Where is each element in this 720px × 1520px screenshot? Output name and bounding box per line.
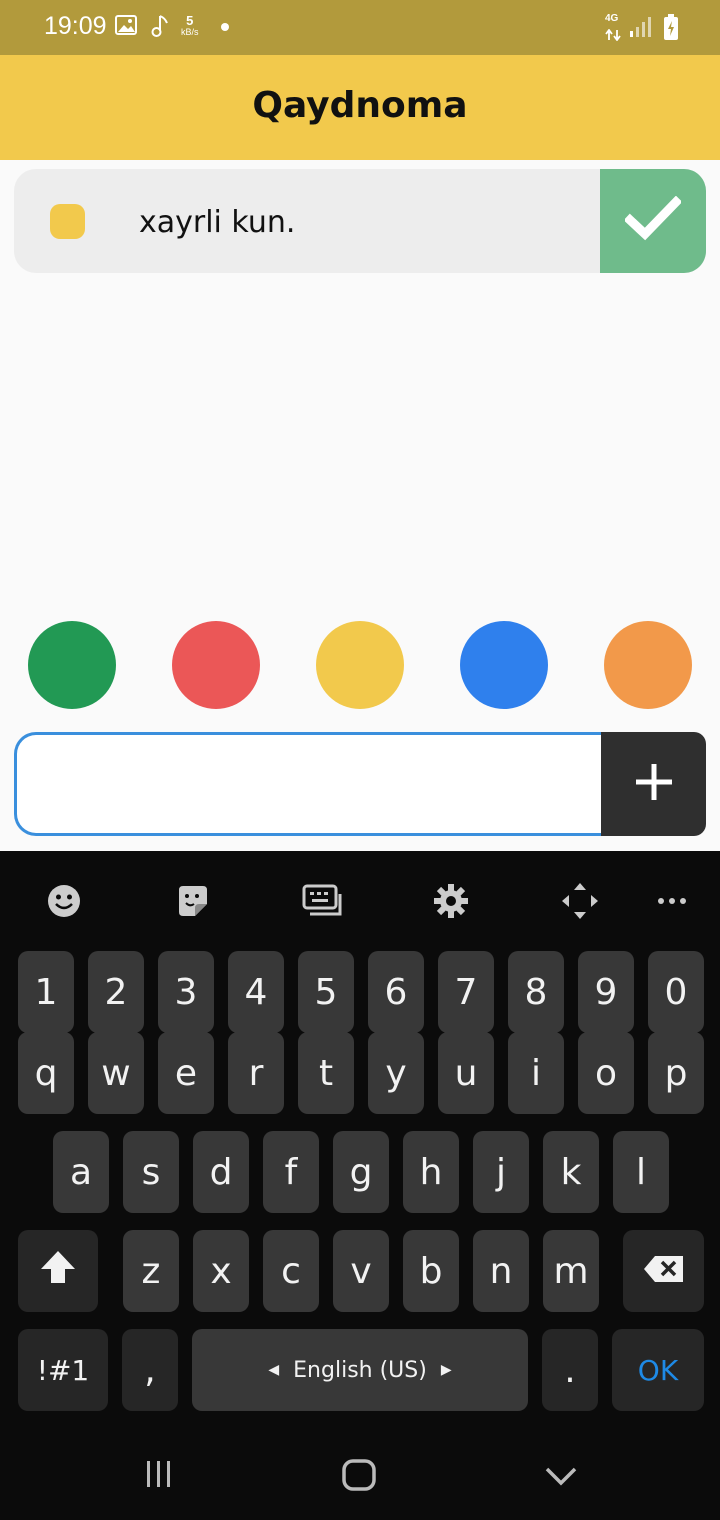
status-bar: 19:09 5 kB/s 4G (0, 0, 720, 55)
color-swatch-orange[interactable] (604, 621, 692, 709)
key-m[interactable]: m (543, 1230, 599, 1312)
app-bar: Qaydnoma (0, 55, 720, 160)
key-x[interactable]: x (193, 1230, 249, 1312)
key-o[interactable]: o (578, 1032, 634, 1114)
ok-key[interactable]: OK (612, 1329, 704, 1411)
page-title: Qaydnoma (252, 85, 468, 126)
key-1[interactable]: 1 (18, 951, 74, 1033)
color-swatch-blue[interactable] (460, 621, 548, 709)
net-speed-value: 5 (186, 13, 194, 28)
keyboard-mode-icon[interactable] (300, 879, 344, 923)
key-u[interactable]: u (438, 1032, 494, 1114)
settings-icon[interactable] (429, 879, 473, 923)
check-icon (623, 195, 683, 246)
backspace-icon (643, 1251, 685, 1292)
shift-key[interactable] (18, 1230, 98, 1312)
home-icon[interactable] (342, 1459, 376, 1495)
period-key[interactable]: . (542, 1329, 598, 1411)
network-type: 4G (605, 13, 619, 24)
key-v[interactable]: v (333, 1230, 389, 1312)
complete-button[interactable] (600, 169, 706, 273)
move-icon[interactable] (558, 879, 602, 923)
key-y[interactable]: y (368, 1032, 424, 1114)
key-2[interactable]: 2 (88, 951, 144, 1033)
navigation-bar (0, 1431, 720, 1520)
color-swatch-red[interactable] (172, 621, 260, 709)
battery-charging-icon (664, 14, 678, 44)
note-color-indicator (50, 204, 85, 239)
add-button[interactable] (601, 732, 706, 836)
data-arrows-icon (605, 26, 621, 45)
space-key[interactable]: ◀ English (US) ▶ (192, 1329, 528, 1411)
space-key-label: English (US) (293, 1357, 427, 1383)
key-9[interactable]: 9 (578, 951, 634, 1033)
language-left-icon: ◀ (268, 1362, 280, 1378)
key-n[interactable]: n (473, 1230, 529, 1312)
recent-apps-icon[interactable] (144, 1459, 174, 1493)
key-6[interactable]: 6 (368, 951, 424, 1033)
music-note-icon (150, 14, 170, 42)
key-z[interactable]: z (123, 1230, 179, 1312)
key-a[interactable]: a (53, 1131, 109, 1213)
key-l[interactable]: l (613, 1131, 669, 1213)
key-g[interactable]: g (333, 1131, 389, 1213)
key-5[interactable]: 5 (298, 951, 354, 1033)
notification-dot-icon (221, 23, 229, 31)
language-right-icon: ▶ (440, 1362, 452, 1378)
emoji-icon[interactable] (42, 879, 86, 923)
key-r[interactable]: r (228, 1032, 284, 1114)
key-q[interactable]: q (18, 1032, 74, 1114)
key-p[interactable]: p (648, 1032, 704, 1114)
color-swatch-yellow[interactable] (316, 621, 404, 709)
key-0[interactable]: 0 (648, 951, 704, 1033)
plus-icon (634, 762, 674, 806)
symbols-key[interactable]: !#1 (18, 1329, 108, 1411)
key-j[interactable]: j (473, 1131, 529, 1213)
net-speed-unit: kB/s (181, 27, 199, 37)
list-item[interactable]: xayrli kun. (14, 169, 706, 273)
shift-arrow-icon (39, 1248, 77, 1295)
key-d[interactable]: d (193, 1131, 249, 1213)
signal-icon (629, 16, 651, 42)
key-w[interactable]: w (88, 1032, 144, 1114)
key-b[interactable]: b (403, 1230, 459, 1312)
key-h[interactable]: h (403, 1131, 459, 1213)
key-e[interactable]: e (158, 1032, 214, 1114)
key-k[interactable]: k (543, 1131, 599, 1213)
more-icon[interactable] (650, 879, 694, 923)
note-text: xayrli kun. (139, 205, 296, 240)
note-input[interactable] (17, 735, 614, 833)
key-8[interactable]: 8 (508, 951, 564, 1033)
key-i[interactable]: i (508, 1032, 564, 1114)
net-speed: 5 kB/s (181, 14, 199, 37)
key-c[interactable]: c (263, 1230, 319, 1312)
backspace-key[interactable] (623, 1230, 704, 1312)
comma-key[interactable]: , (122, 1329, 178, 1411)
key-4[interactable]: 4 (228, 951, 284, 1033)
image-icon (115, 14, 137, 40)
keyboard: 1 2 3 4 5 6 7 8 9 0 q w e r t y u i o p … (0, 851, 720, 1431)
key-f[interactable]: f (263, 1131, 319, 1213)
key-3[interactable]: 3 (158, 951, 214, 1033)
note-input-wrapper (14, 732, 614, 836)
sticker-icon[interactable] (171, 879, 215, 923)
status-time: 19:09 (44, 12, 107, 40)
color-swatch-green[interactable] (28, 621, 116, 709)
key-s[interactable]: s (123, 1131, 179, 1213)
key-7[interactable]: 7 (438, 951, 494, 1033)
back-icon[interactable] (545, 1467, 577, 1491)
key-t[interactable]: t (298, 1032, 354, 1114)
